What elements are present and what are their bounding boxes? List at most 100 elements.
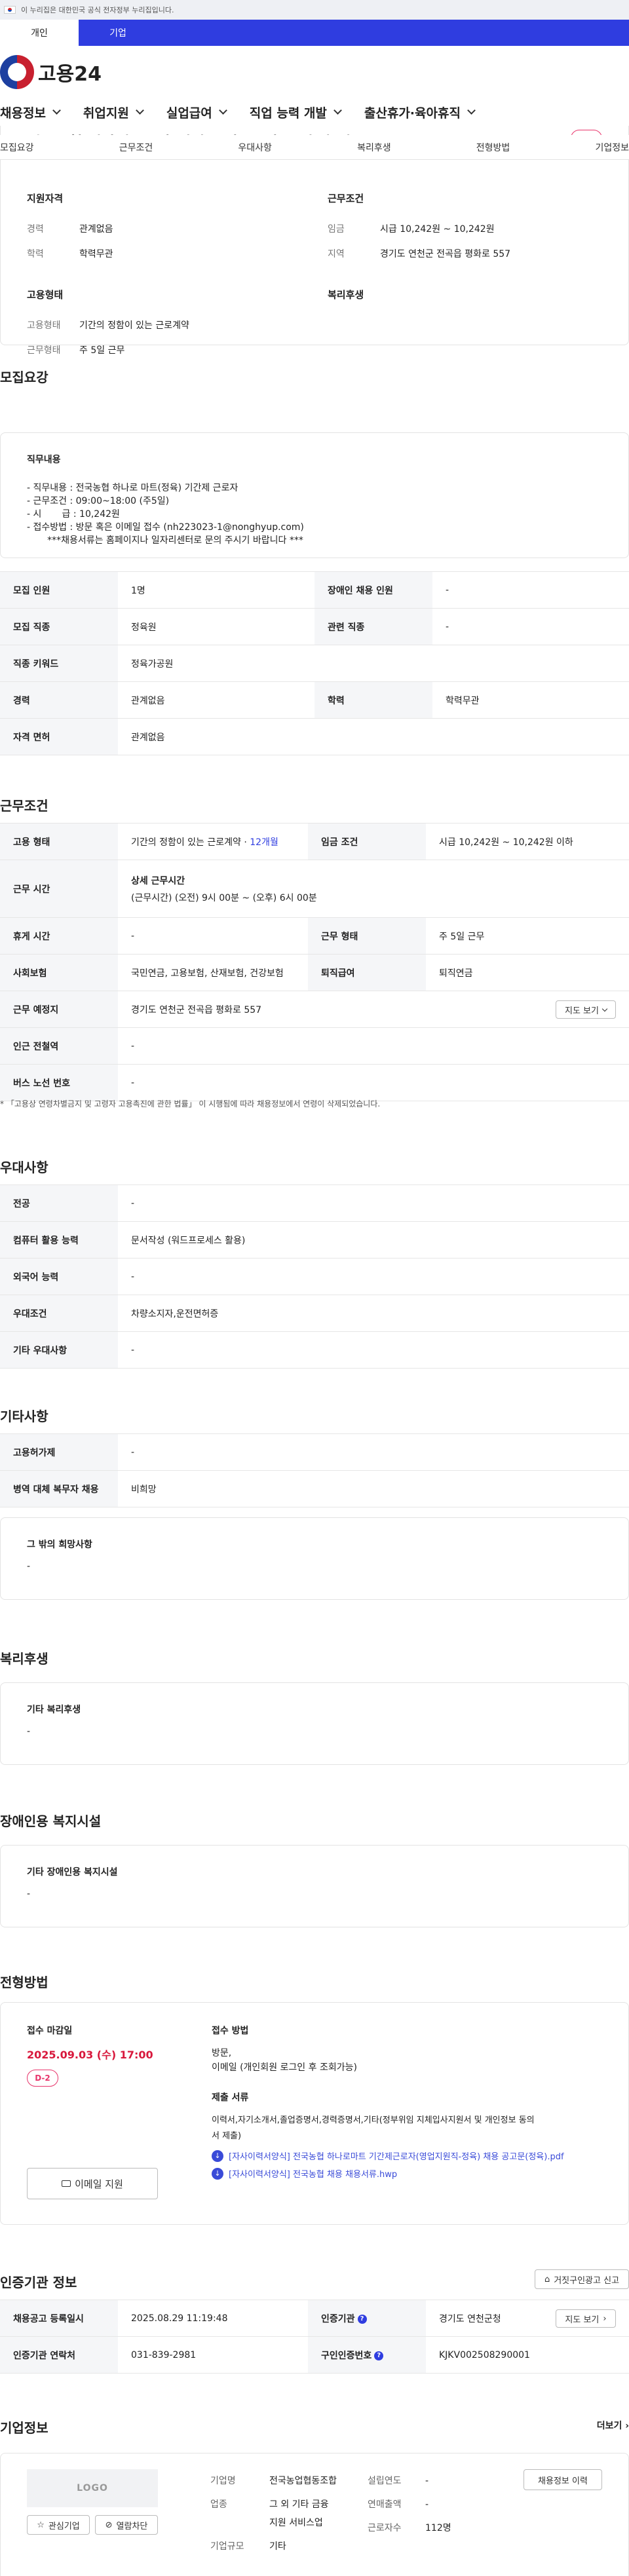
method-value-2: 이메일 (개인회원 로그인 후 조회가능) (212, 2062, 357, 2073)
etc-table: 고용허가제 - 병역 대체 복무자 채용 비희망 (0, 1433, 629, 1507)
company-info-right: 설립연도 - 연매출액 - 근로자수 112명 (368, 2476, 451, 2533)
table-cell: 경기도 연천군 전곡읍 평화로 557 지도 보기 (118, 991, 629, 1028)
block-view-button[interactable]: ⊘ 열람차단 (95, 2515, 158, 2535)
tab-welfare[interactable]: 복리후생 (357, 141, 391, 154)
deadline-heading: 접수 마감일 (27, 2026, 73, 2036)
nav-employment-support[interactable]: 취업지원 (83, 104, 144, 121)
table-header-cell: 장애인 채용 인원 (314, 571, 432, 609)
table-row: 근무 예정지 경기도 연천군 전곡읍 평화로 557 지도 보기 (0, 991, 629, 1028)
duty-heading: 직무내용 (27, 455, 61, 465)
tab-company-info[interactable]: 기업정보 (595, 141, 629, 154)
table-row: 외국어 능력 - (0, 1258, 629, 1295)
recruit-history-button[interactable]: 채용정보 이력 (524, 2469, 602, 2490)
table-header-cell: 병역 대체 복무자 채용 (0, 1470, 118, 1507)
chevron-down-icon (467, 106, 476, 115)
welfare-box: 기타 복리후생 - (0, 1682, 629, 1765)
table-row: 우대조건 차량소지자,운전면허증 (0, 1295, 629, 1332)
gov-banner: 이 누리집은 대한민국 공식 전자정부 누리집입니다. (0, 0, 629, 20)
table-cell: 차량소지자,운전면허증 (118, 1295, 629, 1332)
duty-box: 직무내용 - 직무내용 : 전국농협 하나로 마트(정육) 기간제 근로자 - 근… (0, 432, 629, 558)
employment-type-value: 기간의 정함이 있는 근로계약 (79, 320, 189, 331)
cert-map-button[interactable]: 지도 보기 › (556, 2309, 616, 2328)
table-header-cell: 전공 (0, 1184, 118, 1222)
disability-title: 장애인용 복지시설 (0, 1813, 102, 1829)
area-label: 지역 (328, 249, 345, 259)
logo-text: 고용24 (38, 63, 102, 86)
disability-heading: 기타 장애인용 복지시설 (27, 1867, 118, 1878)
contract-period-link[interactable]: 12개월 (250, 837, 278, 848)
nav-jobs[interactable]: 채용정보 (0, 104, 61, 121)
korea-flag-icon (4, 6, 16, 14)
recruit-table: 모집 인원 1명 장애인 채용 인원 - 모집 직종 정육원 관련 직종 - 직종 키워드 정… (0, 571, 629, 755)
table-header-cell: 학력 (314, 681, 432, 719)
docs-value-2: 서 제출) (212, 2131, 242, 2141)
table-cell: 국민연금, 고용보험, 산재보험, 건강보험 (118, 954, 308, 991)
table-header-cell: 직종 키워드 (0, 645, 118, 682)
chevron-down-icon (52, 106, 61, 115)
table-header-cell: 우대조건 (0, 1295, 118, 1332)
tab-work[interactable]: 근무조건 (119, 141, 153, 154)
table-header-cell: 고용 형태 (0, 823, 118, 860)
table-cell: - (118, 1433, 629, 1471)
favorite-company-button[interactable]: ☆ 관심기업 (27, 2515, 90, 2535)
help-icon[interactable]: ? (374, 2351, 384, 2360)
chevron-down-icon (218, 106, 227, 115)
tab-personal[interactable]: 개인 (0, 20, 79, 46)
selection-title: 전형방법 (0, 1975, 48, 1990)
table-header-cell: 자격 면허 (0, 718, 118, 755)
site-logo[interactable]: 고용24 (0, 46, 629, 98)
file-link-hwp[interactable]: ↓ [자사이력서양식] 전국농협 채용 채용서류.hwp (212, 2167, 605, 2180)
email-apply-button[interactable]: 이메일 지원 (27, 2168, 158, 2199)
table-header-cell: 컴퓨터 활용 능력 (0, 1221, 118, 1259)
hope-heading: 그 밖의 희망사항 (27, 1540, 92, 1550)
tab-recruit[interactable]: 모집요강 (0, 141, 34, 154)
main-nav: 채용정보 취업지원 실업급여 직업 능력 개발 출산휴가·육아휴직 (0, 98, 629, 126)
qualification-section: 지원자격 경력 관계없음 학력 학력무관 (27, 191, 301, 272)
table-cell: - (432, 571, 629, 609)
career-value: 관계없음 (79, 224, 113, 235)
welfare-title: 복리후생 (0, 1651, 48, 1667)
nav-vocational-training[interactable]: 직업 능력 개발 (250, 104, 342, 121)
tab-company[interactable]: 기업 (79, 20, 157, 46)
table-header-cell: 인근 전철역 (0, 1027, 118, 1065)
file-link-pdf[interactable]: ↓ [자사이력서양식] 전국농협 하나로마트 기간제근로자(영업지원직-정육) 채… (212, 2150, 605, 2162)
map-view-button[interactable]: 지도 보기 (556, 1000, 616, 1019)
welfare-other-heading: 기타 복리후생 (27, 1705, 81, 1715)
table-row: 경력 관계없음 학력 학력무관 (0, 681, 629, 719)
disability-value: - (27, 1889, 31, 1899)
mail-icon (62, 2180, 71, 2187)
employment-type-label: 고용형태 (27, 320, 61, 331)
download-icon: ↓ (212, 2150, 223, 2162)
work-title: 근무조건 (0, 798, 48, 814)
qualification-heading: 지원자격 (27, 193, 64, 204)
table-cell: 관계없음 (118, 681, 314, 719)
method-value-1: 방문, (212, 2048, 232, 2058)
nav-unemployment-benefit[interactable]: 실업급여 (166, 104, 227, 121)
company-title: 기업정보 (0, 2420, 48, 2436)
gov-banner-text: 이 누리집은 대한민국 공식 전자정부 누리집입니다. (21, 6, 174, 14)
tab-selection[interactable]: 전형방법 (476, 141, 510, 154)
conditions-heading: 근무조건 (328, 193, 364, 204)
chevron-right-icon: › (625, 2421, 629, 2431)
nav-parental-leave[interactable]: 출산휴가·육아휴직 (364, 104, 476, 121)
table-header-cell: 퇴직급여 (308, 954, 426, 991)
false-ad-report-button[interactable]: ⌂ 거짓구인광고 신고 (535, 2269, 629, 2289)
home-icon: ⌂ (544, 2274, 550, 2284)
chevron-down-icon (334, 106, 342, 115)
help-icon[interactable]: ? (357, 2314, 367, 2324)
table-header-cell: 근무 시간 (0, 860, 118, 918)
company-info-left: 기업명 전국농업협동조합 업종 그 외 기타 금융 지원 서비스업 기업규모 기타 (210, 2476, 337, 2552)
deadline-dday-badge: D-2 (27, 2070, 58, 2087)
education-value: 학력무관 (79, 249, 113, 259)
company-more-link[interactable]: 더보기 › (597, 2419, 629, 2432)
table-row: 버스 노선 번호 - (0, 1064, 629, 1101)
tab-prefer[interactable]: 우대사항 (238, 141, 272, 154)
career-label: 경력 (27, 224, 44, 235)
user-type-tabs: 개인 기업 (0, 20, 629, 46)
chevron-down-icon (135, 106, 144, 115)
table-cell: 기간의 정함이 있는 근로계약 · 12개월 (118, 823, 308, 860)
conditions-section: 근무조건 임금 시급 10,242원 ~ 10,242원 지역 경기도 연천군 전곡… (328, 191, 602, 272)
education-label: 학력 (27, 249, 44, 259)
method-heading: 접수 방법 (212, 2026, 249, 2036)
table-header-cell: 사회보험 (0, 954, 118, 991)
